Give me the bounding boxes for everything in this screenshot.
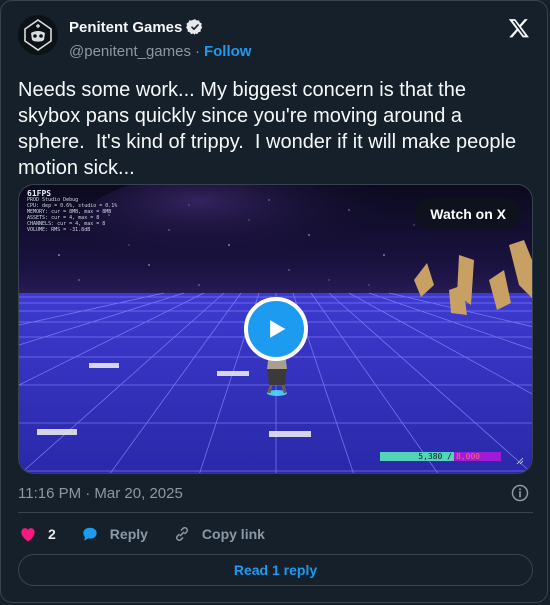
avatar[interactable] bbox=[18, 15, 58, 55]
copy-link-button[interactable]: Copy link bbox=[172, 524, 265, 544]
verified-badge-icon bbox=[186, 19, 203, 35]
video-player[interactable]: 61FPS PROD Studio Debug CPU: dep = 0.6%,… bbox=[18, 184, 533, 474]
copy-link-label: Copy link bbox=[201, 526, 265, 542]
reply-label: Reply bbox=[109, 526, 148, 542]
score-current: 5,380 / bbox=[380, 452, 454, 461]
penitent-skull-logo-icon bbox=[18, 15, 58, 55]
divider bbox=[18, 512, 533, 513]
author-handle-row: @penitent_games · Follow bbox=[69, 43, 251, 60]
watch-on-x-button[interactable]: Watch on X bbox=[415, 198, 521, 230]
author-handle[interactable]: @penitent_games bbox=[69, 43, 191, 60]
post-text: Needs some work... My biggest concern is… bbox=[18, 79, 522, 179]
engagement-bar: 2 Reply Copy link bbox=[18, 523, 289, 545]
author-name-row: Penitent Games bbox=[69, 18, 204, 36]
info-icon[interactable] bbox=[510, 483, 530, 503]
heart-icon bbox=[21, 528, 35, 542]
score-bar: 5,380 / 8,000 bbox=[380, 452, 501, 461]
debug-overlay: 61FPS PROD Studio Debug CPU: dep = 0.6%,… bbox=[27, 190, 117, 234]
play-button[interactable] bbox=[244, 297, 308, 361]
read-replies-label: Read 1 reply bbox=[233, 562, 318, 578]
author-name[interactable]: Penitent Games bbox=[69, 19, 182, 36]
reply-button[interactable]: Reply bbox=[80, 524, 148, 544]
play-icon bbox=[270, 320, 286, 338]
x-logo-icon[interactable] bbox=[508, 17, 530, 39]
speech-bubble-icon bbox=[83, 527, 97, 541]
post-timestamp[interactable]: 11:16 PM · Mar 20, 2025 bbox=[18, 485, 183, 502]
follow-button[interactable]: Follow bbox=[204, 43, 252, 60]
score-target: 8,000 bbox=[454, 452, 501, 461]
link-icon bbox=[175, 527, 188, 541]
read-replies-button[interactable]: Read 1 reply bbox=[18, 554, 533, 586]
like-button[interactable]: 2 bbox=[18, 524, 56, 544]
embedded-post-card: Penitent Games @penitent_games · Follow … bbox=[0, 0, 548, 603]
hud-line: VOLUME: RMS = -31.8dB bbox=[27, 227, 91, 233]
separator-dot: · bbox=[194, 43, 200, 60]
like-count: 2 bbox=[48, 526, 56, 542]
resize-grip-icon bbox=[516, 457, 524, 465]
